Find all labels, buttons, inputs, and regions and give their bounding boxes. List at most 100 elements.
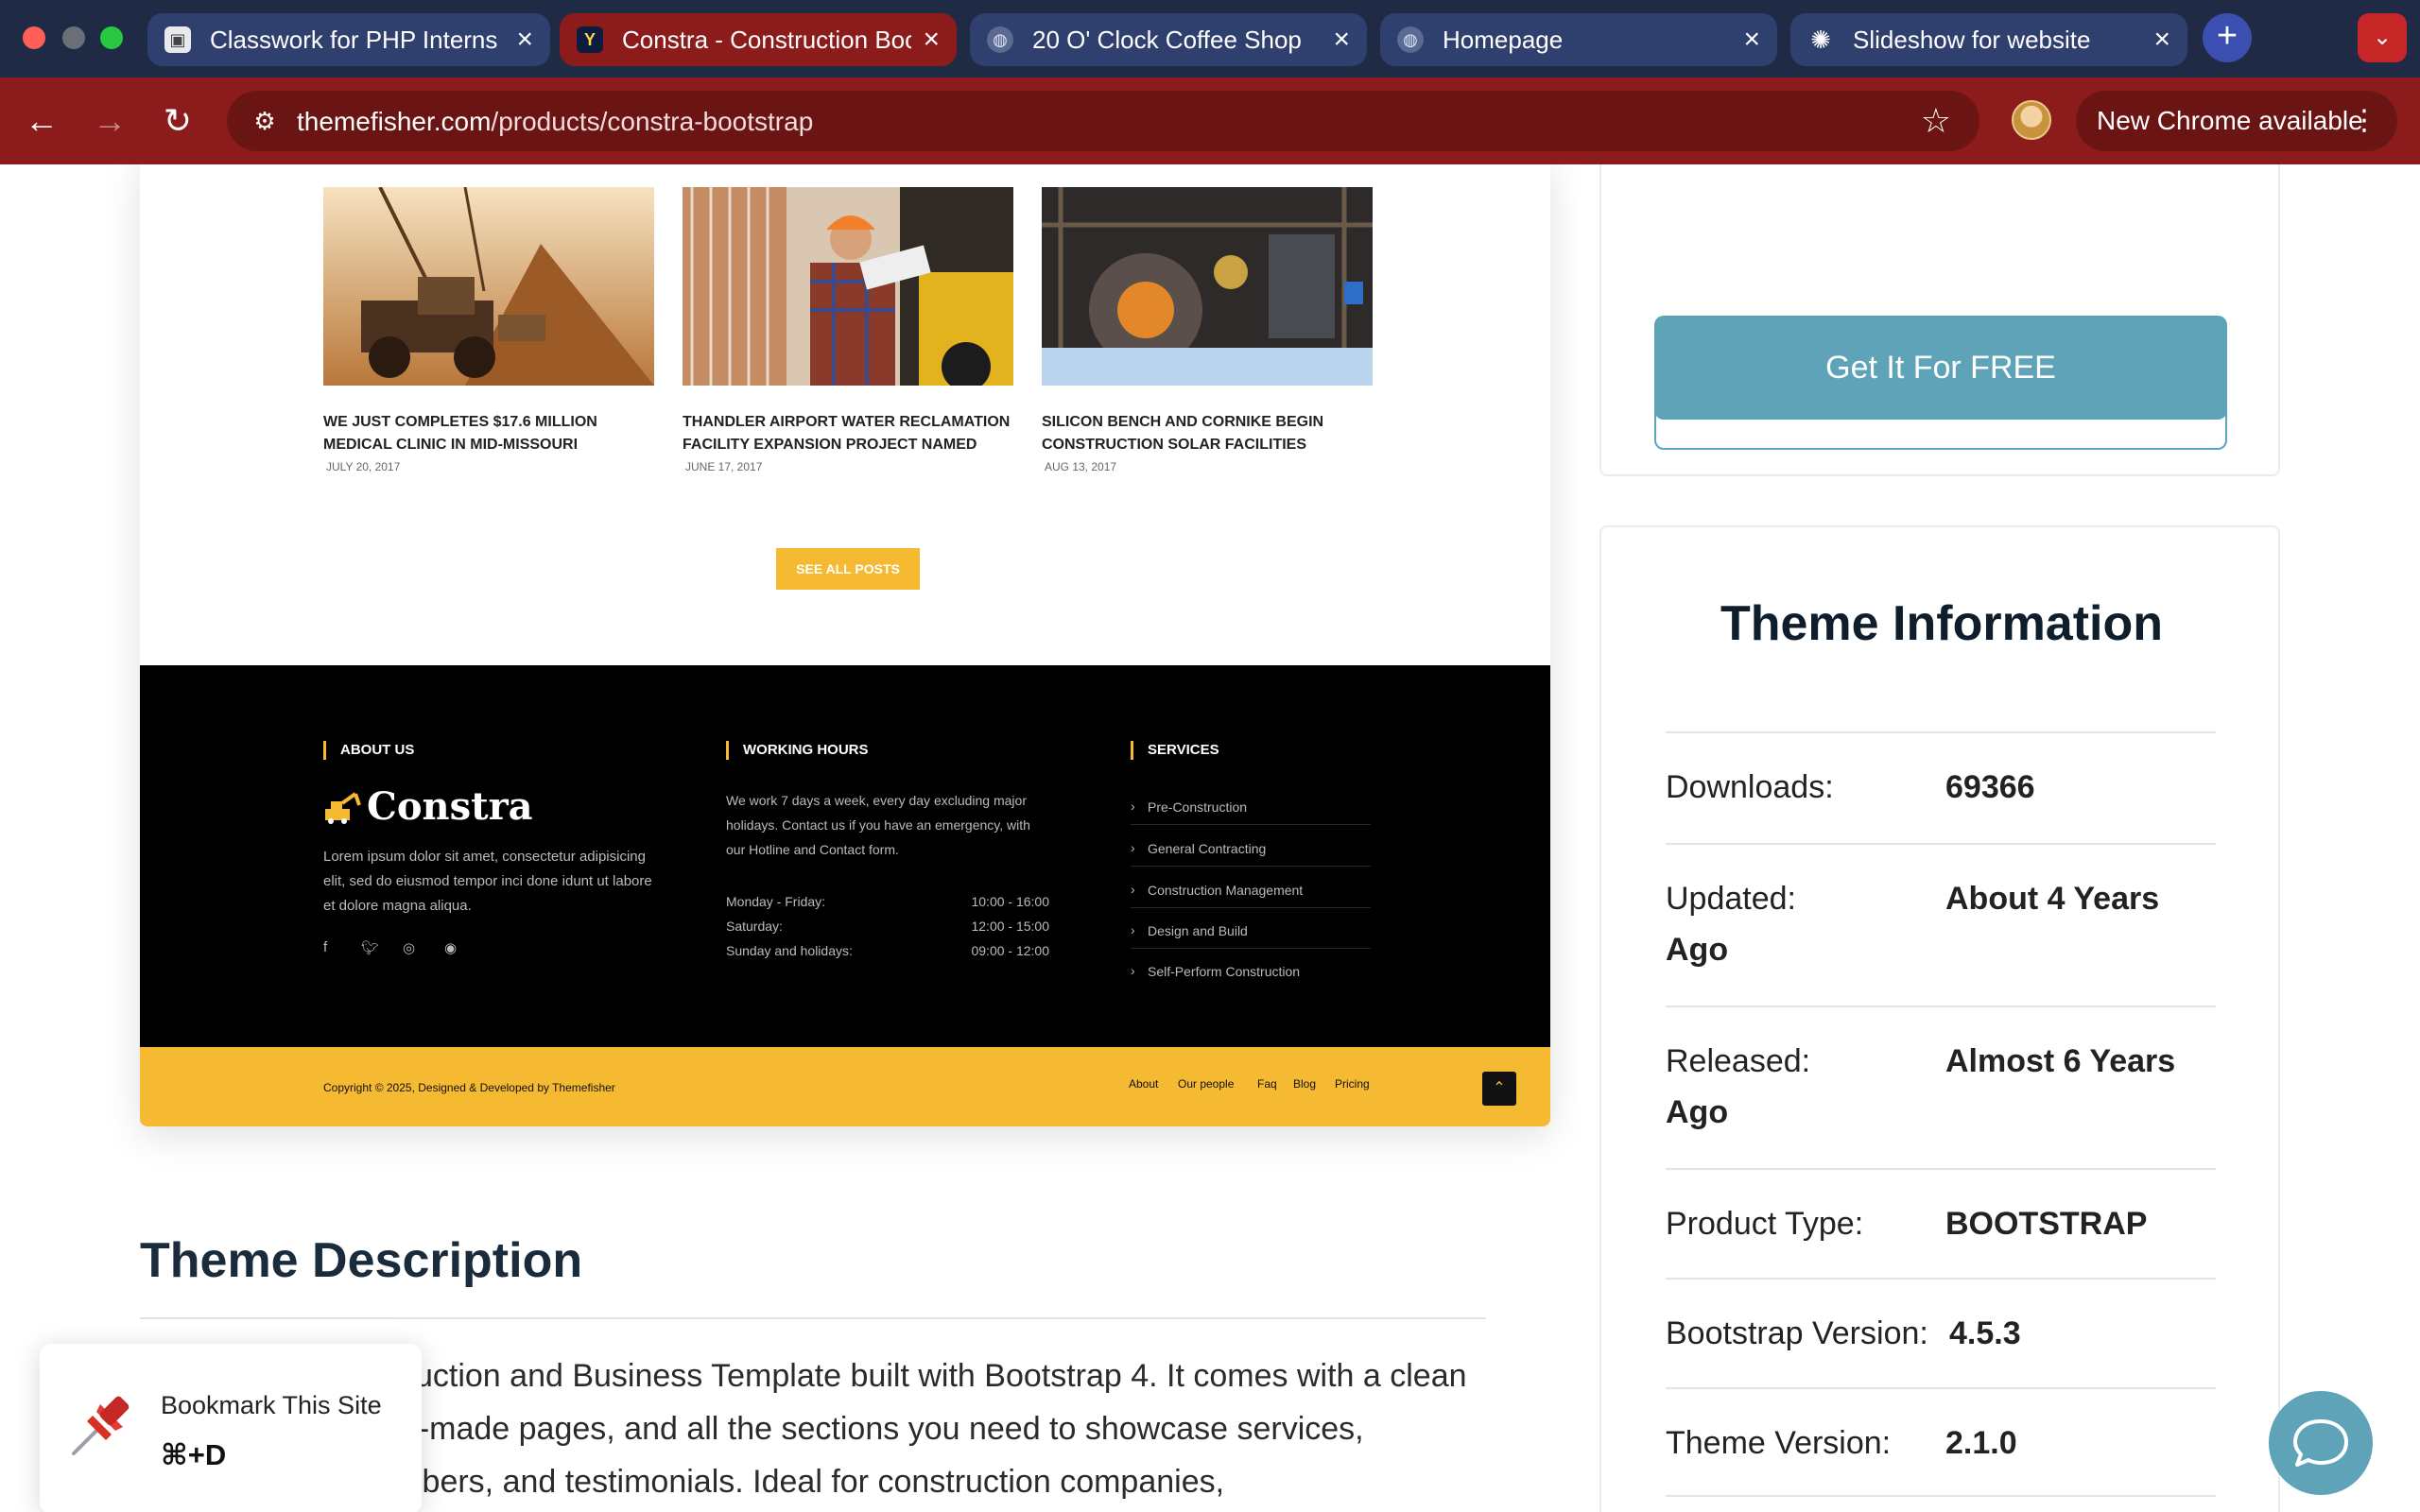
- hours-day: Monday - Friday:: [726, 894, 826, 909]
- service-link[interactable]: › General Contracting: [1131, 840, 1371, 867]
- hours-day: Saturday:: [726, 919, 783, 934]
- tab-homepage[interactable]: ◍ Homepage ×: [1380, 13, 1777, 66]
- info-key: Released:: [1666, 1043, 1811, 1079]
- more-menu-icon[interactable]: ⋮: [2350, 91, 2378, 151]
- about-text: Lorem ipsum dolor sit amet, consectetur …: [323, 849, 652, 914]
- info-row-released: Released: Almost 6 Years Ago: [1666, 1005, 2216, 1168]
- footer-link-about[interactable]: About: [1129, 1077, 1158, 1091]
- address-bar[interactable]: ⚙ themefisher.com/products/constra-boots…: [227, 91, 1979, 151]
- close-icon[interactable]: ×: [516, 26, 533, 54]
- maximize-window-button[interactable]: [100, 26, 123, 49]
- url-text[interactable]: themefisher.com/products/constra-bootstr…: [297, 107, 813, 137]
- chat-bubble-icon: [2293, 1419, 2348, 1467]
- facebook-icon[interactable]: f: [323, 939, 327, 955]
- see-all-posts-button[interactable]: SEE ALL POSTS: [776, 548, 920, 590]
- service-link[interactable]: › Self-Perform Construction: [1131, 963, 1371, 988]
- tab-label: Slideshow for website: [1853, 25, 2091, 54]
- update-label: New Chrome available: [2097, 106, 2363, 135]
- post-title[interactable]: WE JUST COMPLETES $17.6 MILLION MEDICAL …: [323, 411, 654, 456]
- post-card[interactable]: THANDLER AIRPORT WATER RECLAMATION FACIL…: [683, 187, 1013, 473]
- service-link[interactable]: › Design and Build: [1131, 922, 1371, 949]
- chat-button[interactable]: [2269, 1391, 2373, 1495]
- tab-label: 20 O' Clock Coffee Shop: [1032, 25, 1302, 54]
- info-value-cont: Ago: [1666, 932, 1729, 968]
- service-link[interactable]: › Pre-Construction: [1131, 799, 1371, 825]
- post-title[interactable]: SILICON BENCH AND CORNIKE BEGIN CONSTRUC…: [1042, 411, 1373, 456]
- close-icon[interactable]: ×: [923, 26, 940, 54]
- globe-icon: ◍: [1397, 26, 1424, 53]
- profile-avatar[interactable]: [2012, 100, 2051, 140]
- close-icon[interactable]: ×: [1743, 26, 1760, 54]
- github-icon[interactable]: ◉: [444, 939, 457, 956]
- info-row-bootstrap-version: Bootstrap Version: 4.5.3: [1666, 1278, 2216, 1387]
- get-it-free-button[interactable]: Get It For FREE: [1654, 316, 2227, 420]
- tab-search-button[interactable]: ⌄: [2358, 13, 2407, 62]
- tab-classwork[interactable]: ▣ Classwork for PHP Interns ×: [147, 13, 550, 66]
- footer-link-our-people[interactable]: Our people: [1178, 1077, 1234, 1091]
- back-to-top-icon[interactable]: ⌃: [1482, 1072, 1516, 1106]
- info-key: Product Type:: [1666, 1206, 1864, 1242]
- info-value: 4.5.3: [1949, 1315, 2021, 1351]
- service-label: Construction Management: [1148, 883, 1304, 898]
- info-value: 2.1.0: [1945, 1425, 2017, 1461]
- theme-description-heading: Theme Description: [140, 1233, 583, 1288]
- tab-slideshow[interactable]: ✺ Slideshow for website ×: [1790, 13, 2187, 66]
- post-title[interactable]: THANDLER AIRPORT WATER RECLAMATION FACIL…: [683, 411, 1013, 456]
- services-heading: SERVICES: [1131, 741, 1219, 760]
- info-row-theme-version: Theme Version: 2.1.0: [1666, 1387, 2216, 1497]
- update-chrome-button[interactable]: New Chrome available ⋮: [2076, 91, 2397, 151]
- pushpin-icon: [72, 1396, 130, 1455]
- tab-label: Homepage: [1443, 25, 1564, 54]
- bookmark-toast[interactable]: Bookmark This Site ⌘+D: [40, 1344, 422, 1512]
- post-card[interactable]: WE JUST COMPLETES $17.6 MILLION MEDICAL …: [323, 186, 654, 473]
- divider: [140, 1317, 1486, 1319]
- themefisher-icon: Y: [577, 26, 603, 53]
- constra-logo[interactable]: Constra: [323, 784, 533, 829]
- excavator-icon: [325, 791, 361, 824]
- info-row-product-type: Product Type: BOOTSTRAP: [1666, 1168, 2216, 1278]
- openai-icon: ✺: [1810, 25, 1831, 54]
- info-value: About 4 Years: [1945, 881, 2160, 917]
- working-hours-text: We work 7 days a week, every day excludi…: [726, 793, 1030, 857]
- info-key: Downloads:: [1666, 769, 1834, 805]
- footer-link-faq[interactable]: Faq: [1257, 1077, 1277, 1091]
- preview-footer: ABOUT US Constra Lorem ipsum dolor sit a…: [140, 665, 1550, 1047]
- working-hours-heading: WORKING HOURS: [726, 741, 869, 760]
- post-card[interactable]: SILICON BENCH AND CORNIKE BEGIN CONSTRUC…: [1042, 187, 1373, 473]
- service-label: Design and Build: [1148, 923, 1248, 938]
- theme-information-card: Theme Information Downloads: 69366 Updat…: [1599, 525, 2280, 1512]
- hours-row: Saturday: 12:00 - 15:00: [726, 919, 1049, 934]
- service-label: General Contracting: [1148, 841, 1267, 856]
- info-value-cont: Ago: [1666, 1094, 1729, 1130]
- tab-coffee-shop[interactable]: ◍ 20 O' Clock Coffee Shop ×: [970, 13, 1367, 66]
- twitter-icon[interactable]: 🐦︎: [361, 939, 379, 956]
- back-icon[interactable]: ←: [17, 96, 66, 146]
- info-value: Almost 6 Years: [1945, 1043, 2176, 1079]
- footer-link-blog[interactable]: Blog: [1293, 1077, 1316, 1091]
- hours-time: 09:00 - 12:00: [971, 943, 1049, 958]
- instagram-icon[interactable]: ◎: [403, 939, 415, 956]
- tab-label: Classwork for PHP Interns: [210, 25, 498, 54]
- minimize-window-button[interactable]: [62, 26, 85, 49]
- chevron-right-icon: ›: [1131, 840, 1135, 855]
- tab-strip: ▣ Classwork for PHP Interns × Y Constra …: [0, 0, 2420, 77]
- bookmark-star-icon[interactable]: ☆: [1921, 100, 1951, 142]
- page-content: WE JUST COMPLETES $17.6 MILLION MEDICAL …: [0, 164, 2420, 1512]
- info-key: Bootstrap Version:: [1666, 1315, 1928, 1351]
- about-heading: ABOUT US: [323, 741, 414, 760]
- tab-constra[interactable]: Y Constra - Construction Bootstrap ×: [560, 13, 957, 66]
- close-icon[interactable]: ×: [1333, 26, 1350, 54]
- theme-information-heading: Theme Information: [1720, 596, 2164, 651]
- footer-link-pricing[interactable]: Pricing: [1335, 1077, 1370, 1091]
- site-settings-icon[interactable]: ⚙: [244, 100, 285, 142]
- reload-icon[interactable]: ↻: [153, 96, 202, 146]
- copyright-bar: Copyright © 2025, Designed & Developed b…: [140, 1047, 1550, 1126]
- close-window-button[interactable]: [23, 26, 45, 49]
- service-label: Self-Perform Construction: [1148, 964, 1301, 979]
- forward-icon[interactable]: →: [85, 96, 134, 146]
- close-icon[interactable]: ×: [2153, 26, 2170, 54]
- service-link[interactable]: › Construction Management: [1131, 882, 1371, 908]
- theme-preview: WE JUST COMPLETES $17.6 MILLION MEDICAL …: [140, 164, 1550, 1126]
- new-tab-button[interactable]: +: [2203, 13, 2252, 62]
- logo-text: Constra: [367, 784, 533, 829]
